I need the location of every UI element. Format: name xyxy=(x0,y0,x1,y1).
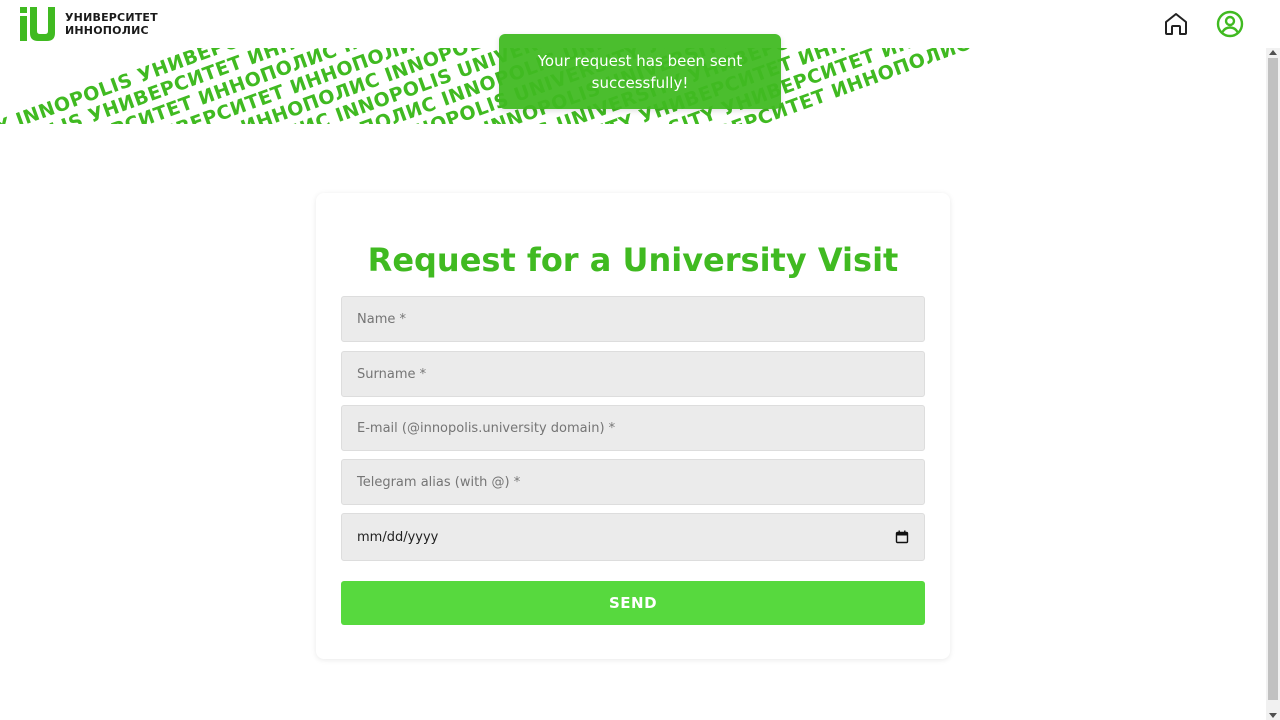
surname-placeholder: Surname * xyxy=(357,366,427,382)
telegram-placeholder: Telegram alias (with @) * xyxy=(357,474,521,490)
email-placeholder: E-mail (@innopolis.university domain) * xyxy=(357,420,616,436)
email-input[interactable]: E-mail (@innopolis.university domain) * xyxy=(341,405,925,451)
toast-message: Your request has been sent successfully! xyxy=(537,51,743,92)
innopolis-logo[interactable]: УНИВЕРСИТЕТ ИННОПОЛИС xyxy=(20,7,158,41)
send-label: SEND xyxy=(608,594,658,612)
logo-text: УНИВЕРСИТЕТ ИННОПОЛИС xyxy=(65,11,158,37)
logo-line-2: ИННОПОЛИС xyxy=(65,24,149,37)
surname-input[interactable]: Surname * xyxy=(341,351,925,397)
logo-line-1: УНИВЕРСИТЕТ xyxy=(65,11,158,24)
form-title: Request for a University Visit xyxy=(367,241,899,279)
name-input[interactable]: Name * xyxy=(341,296,925,342)
success-toast[interactable]: Your request has been sent successfully! xyxy=(499,34,781,109)
scroll-up-arrow-icon[interactable] xyxy=(1269,50,1277,55)
page-scrollbar[interactable] xyxy=(1266,48,1280,720)
scroll-down-arrow-icon[interactable] xyxy=(1269,713,1277,718)
home-button[interactable] xyxy=(1162,10,1190,38)
calendar-icon[interactable] xyxy=(895,530,909,544)
home-icon xyxy=(1165,13,1187,35)
header-actions xyxy=(1162,10,1244,38)
telegram-input[interactable]: Telegram alias (with @) * xyxy=(341,459,925,505)
user-profile-icon xyxy=(1216,10,1244,38)
profile-button[interactable] xyxy=(1216,10,1244,38)
iu-logo-mark-icon xyxy=(20,7,55,41)
page: УНИВЕРСИТЕТ ИННОПОЛИС UNIVERSITY INNOPOL… xyxy=(0,0,1280,720)
date-placeholder: mm/dd/yyyy xyxy=(357,529,439,545)
visit-date-input[interactable]: mm/dd/yyyy xyxy=(341,513,925,561)
name-placeholder: Name * xyxy=(357,311,406,327)
scroll-thumb[interactable] xyxy=(1268,58,1278,700)
send-button[interactable]: SEND xyxy=(341,581,925,625)
